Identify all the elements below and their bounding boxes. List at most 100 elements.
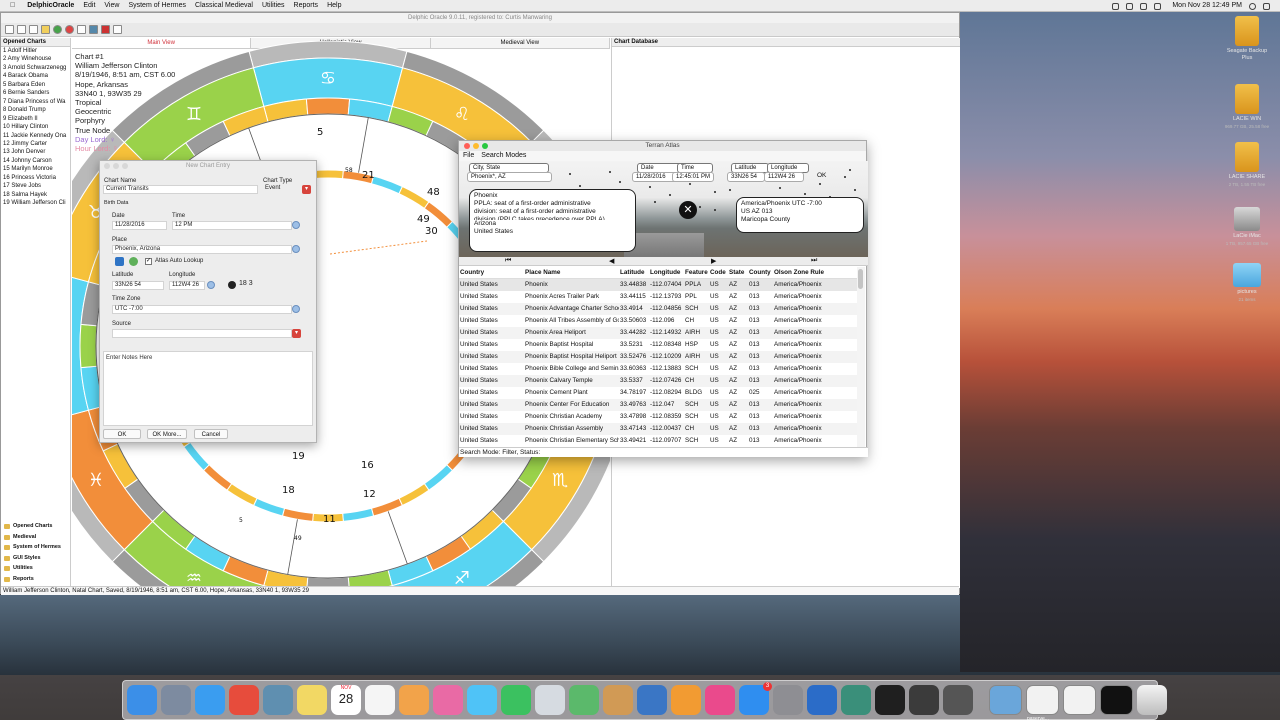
menu-classical-medieval[interactable]: Classical Medieval [195, 0, 253, 12]
column-header[interactable]: Olson Zone Rule [773, 267, 833, 278]
skip-forward-icon[interactable]: ⏭ [811, 257, 817, 265]
table-row[interactable]: United States Phoenix Acres Trailer Park 3… [459, 291, 858, 303]
ok-more-button[interactable]: OK More... [147, 429, 187, 439]
opened-chart-item[interactable]: 3 Arnold Schwarzenegg [1, 64, 70, 72]
downloads-stack[interactable] [989, 685, 1022, 715]
time-zone-picker-icon[interactable] [292, 305, 300, 313]
table-row[interactable]: United States Phoenix Baptist Hospital He… [459, 351, 858, 363]
save-place-icon[interactable] [115, 257, 124, 266]
opened-chart-item[interactable]: 18 Salma Hayek [1, 191, 70, 199]
city-state-search-input[interactable]: Phoenix*, AZ [467, 172, 552, 182]
refresh-icon[interactable] [53, 25, 62, 34]
time-input[interactable]: 12:45:01 PM [672, 172, 714, 182]
opened-chart-item[interactable]: 6 Bernie Sanders [1, 89, 70, 97]
column-header[interactable]: Latitude [619, 267, 649, 278]
table-row[interactable]: United States Phoenix Baptist Hospital 33.… [459, 339, 858, 351]
numbers-icon[interactable] [569, 685, 599, 715]
print-icon[interactable] [89, 25, 98, 34]
source-dropdown-icon[interactable]: ▾ [292, 329, 301, 338]
keynote-doc-icon[interactable] [535, 685, 565, 715]
table-row[interactable]: United States Phoenix Bible College and S… [459, 363, 858, 375]
latitude-input[interactable]: 33N26 54 [727, 172, 765, 182]
opened-chart-item[interactable]: 15 Marilyn Monroe [1, 165, 70, 173]
delphic-oracle-icon[interactable] [807, 685, 837, 715]
minimize-icon[interactable] [473, 143, 479, 149]
menu-app-name[interactable]: DelphicOracle [27, 0, 74, 12]
time-picker-icon[interactable] [292, 221, 300, 229]
latitude-field[interactable]: 33N26 54 [112, 281, 164, 290]
opened-chart-item[interactable]: 16 Princess Victoria [1, 174, 70, 182]
itunes-icon[interactable] [705, 685, 735, 715]
table-row[interactable]: United States Phoenix Christian Elementar… [459, 435, 858, 447]
column-header[interactable]: Country [459, 267, 524, 278]
source-field[interactable] [112, 329, 292, 338]
minimize-icon[interactable] [113, 163, 119, 169]
table-row[interactable]: United States Phoenix Calvary Temple 33.53… [459, 375, 858, 387]
report-icon[interactable] [101, 25, 110, 34]
table-row[interactable]: United States Phoenix Christian Assembly 3… [459, 423, 858, 435]
globe-icon[interactable] [129, 257, 138, 266]
column-header[interactable]: County [748, 267, 773, 278]
calendar-icon[interactable]: NOV 28 [331, 685, 361, 715]
cancel-button[interactable]: Cancel [194, 429, 228, 439]
skip-back-icon[interactable]: ⏮ [505, 257, 511, 265]
nav-item[interactable]: Opened Charts [1, 521, 71, 532]
wifi-icon[interactable] [1126, 2, 1134, 10]
app-store-icon[interactable]: 3 [739, 682, 772, 715]
chart-type-dropdown-icon[interactable]: ▾ [302, 185, 311, 194]
trash-icon[interactable] [1137, 685, 1167, 715]
opened-chart-item[interactable]: 9 Elizabeth II [1, 115, 70, 123]
reminders-icon[interactable] [365, 685, 395, 715]
table-row[interactable]: United States Phoenix Cement Plant 34.7819… [459, 387, 858, 399]
desktop-icon-disk[interactable]: LaCie iMac 1 TB, 957.65 GB free [1222, 207, 1272, 247]
menu-view[interactable]: View [104, 0, 119, 12]
scrollbar-thumb[interactable] [858, 269, 863, 289]
opened-chart-item[interactable]: 17 Steve Jobs [1, 182, 70, 190]
save-icon[interactable] [29, 25, 38, 34]
desktop-icon-drive[interactable]: LACIE SHARE 2 TB, 1.55 TB free [1222, 142, 1272, 188]
menu-file[interactable]: File [463, 151, 474, 161]
table-row[interactable]: United States Phoenix Area Heliport 33.442… [459, 327, 858, 339]
apple-icon[interactable]:  [10, 0, 15, 12]
finder-icon[interactable] [127, 685, 157, 715]
book-icon[interactable] [603, 685, 633, 715]
opened-chart-item[interactable]: 5 Barbara Eden [1, 81, 70, 89]
photos-app-icon[interactable] [399, 685, 429, 715]
menu-edit[interactable]: Edit [83, 0, 95, 12]
window-thumbnail[interactable] [1063, 685, 1096, 715]
table-row[interactable]: United States Phoenix Advantage Charter S… [459, 303, 858, 315]
folder-icon[interactable] [41, 25, 50, 34]
ibooks-icon[interactable] [671, 685, 701, 715]
terminal-icon[interactable] [875, 685, 905, 715]
document-thumbnail[interactable]: paserve... [1026, 685, 1059, 720]
opened-chart-item[interactable]: 19 William Jefferson Cli [1, 199, 70, 207]
opened-chart-item[interactable]: 11 Jackie Kennedy Ona [1, 132, 70, 140]
zoom-icon[interactable] [482, 143, 488, 149]
close-chart-icon[interactable] [113, 25, 122, 34]
longitude-field[interactable]: 112W4 26 [169, 281, 205, 290]
xcode-icon[interactable] [943, 685, 973, 715]
launchpad-icon[interactable] [161, 685, 191, 715]
new-chart-icon[interactable] [5, 25, 14, 34]
messages-icon[interactable] [467, 685, 497, 715]
column-header[interactable]: Place Name [524, 267, 619, 278]
status-icon[interactable] [1112, 2, 1120, 10]
opened-chart-item[interactable]: 7 Diana Princess of Wa [1, 98, 70, 106]
table-row[interactable]: United States Phoenix Christian Academy 33… [459, 411, 858, 423]
affinity-icon[interactable] [841, 685, 871, 715]
desktop-icon-drive[interactable]: Seagate Backup Plus [1222, 16, 1272, 62]
time-field[interactable]: 12 PM [172, 221, 292, 230]
column-header[interactable]: Code [709, 267, 728, 278]
table-row[interactable]: United States Phoenix Center For Educatio… [459, 399, 858, 411]
open-icon[interactable] [17, 25, 26, 34]
opened-chart-item[interactable]: 2 Amy Winehouse [1, 55, 70, 63]
facetime-icon[interactable] [501, 685, 531, 715]
opened-chart-item[interactable]: 13 John Denver [1, 148, 70, 156]
spotlight-icon[interactable] [1249, 2, 1256, 10]
desktop-icon-drive[interactable]: LACIE WIN 969.77 GB, 25.58 free [1222, 84, 1272, 130]
opened-chart-item[interactable]: 10 Hillary Clinton [1, 123, 70, 131]
opened-chart-item[interactable]: 14 Johnny Carson [1, 157, 70, 165]
menu-reports[interactable]: Reports [294, 0, 319, 12]
safari-icon[interactable] [195, 685, 225, 715]
time-zone-field[interactable]: UTC -7:00 [112, 305, 292, 314]
